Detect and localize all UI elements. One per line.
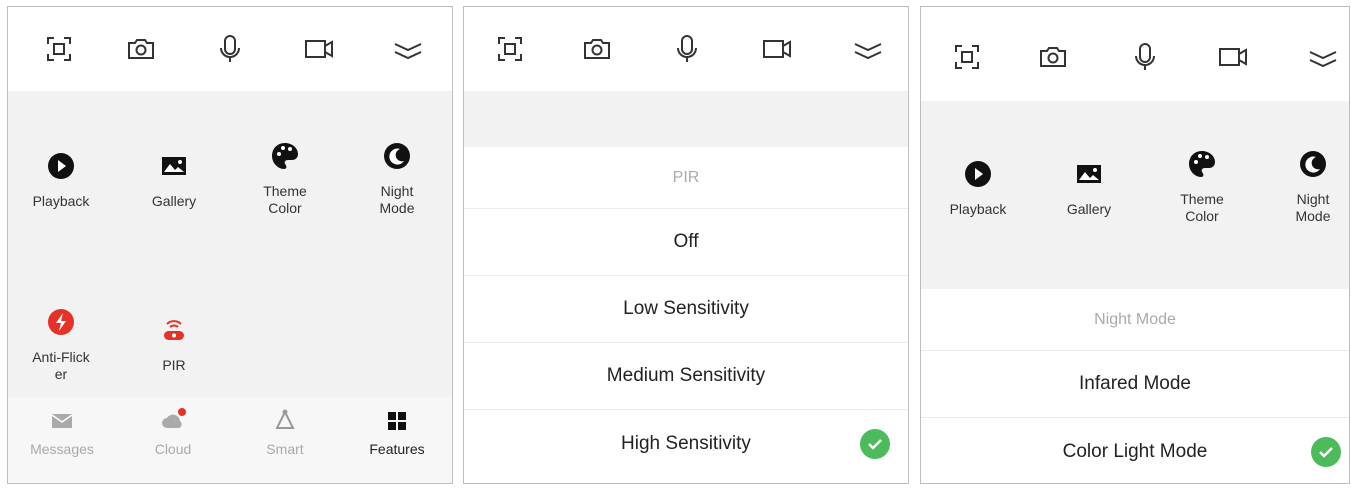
palette-icon [268, 139, 302, 173]
feature-playback[interactable]: Playback [928, 157, 1028, 218]
play-circle-icon [961, 157, 995, 191]
bottom-tab-bar: Messages Cloud Smart Features [8, 397, 452, 483]
option-label: High Sensitivity [621, 432, 751, 454]
night-mode-settings-screen: Playback Gallery Theme Color Night Mode … [920, 6, 1350, 484]
feature-grid: Playback Gallery Theme Color Night Mode [921, 101, 1349, 289]
gallery-icon [1072, 157, 1106, 191]
feature-label: Playback [32, 193, 90, 209]
moon-icon [380, 139, 414, 173]
feature-grid: Playback Gallery Theme Color Night Mode … [8, 91, 452, 397]
microphone-icon[interactable] [1127, 39, 1163, 75]
feature-label: Theme Color [263, 183, 307, 216]
lightning-icon [44, 305, 78, 339]
tab-label: Features [369, 441, 425, 457]
option-label: Low Sensitivity [623, 298, 749, 319]
fullscreen-icon[interactable] [949, 39, 985, 75]
night-mode-sheet: Night Mode Infared Mode Color Light Mode [921, 289, 1349, 483]
features-screen: Playback Gallery Theme Color Night Mode … [7, 6, 453, 484]
fullscreen-icon[interactable] [41, 31, 77, 67]
fullscreen-icon[interactable] [492, 31, 528, 67]
video-record-icon[interactable] [759, 31, 795, 67]
tab-messages[interactable]: Messages [17, 409, 107, 457]
feature-theme-color[interactable]: Theme Color [235, 139, 335, 217]
pir-sensor-icon [157, 313, 191, 347]
video-record-icon[interactable] [1215, 39, 1251, 75]
option-infrared-mode[interactable]: Infared Mode [921, 351, 1349, 418]
feature-gallery[interactable]: Gallery [1039, 157, 1139, 218]
cloud-icon [160, 408, 186, 435]
pir-settings-screen: PIR Off Low Sensitivity Medium Sensitivi… [463, 6, 909, 484]
tab-cloud[interactable]: Cloud [128, 408, 218, 457]
tab-label: Cloud [154, 441, 192, 457]
feature-label: Theme Color [1180, 191, 1224, 224]
live-view-toolbar [8, 7, 452, 91]
notification-dot [178, 408, 186, 416]
option-label: Off [673, 231, 699, 252]
tab-smart[interactable]: Smart [240, 409, 330, 457]
feature-night-mode[interactable]: Night Mode [1273, 147, 1349, 225]
option-medium-sensitivity[interactable]: Medium Sensitivity [464, 343, 908, 410]
option-label: Color Light Mode [1062, 440, 1208, 462]
video-record-icon[interactable] [301, 31, 337, 67]
feature-anti-flicker[interactable]: Anti-Flick er [11, 305, 111, 383]
feature-label: Gallery [1066, 201, 1112, 217]
play-circle-icon [44, 149, 78, 183]
tab-features[interactable]: Features [352, 409, 442, 457]
gallery-icon [157, 149, 191, 183]
option-label: Medium Sensitivity [606, 365, 766, 386]
collapse-chevrons-icon[interactable] [390, 31, 426, 67]
feature-label: Anti-Flick er [32, 349, 90, 382]
feature-pir[interactable]: PIR [124, 313, 224, 374]
microphone-icon[interactable] [669, 31, 705, 67]
tab-label: Messages [30, 441, 94, 457]
option-label: Infared Mode [1079, 373, 1191, 394]
envelope-icon [49, 409, 75, 435]
sheet-title: Night Mode [921, 289, 1349, 351]
feature-label: Playback [949, 201, 1007, 217]
feature-night-mode[interactable]: Night Mode [347, 139, 447, 217]
moon-icon [1296, 147, 1330, 181]
pir-sensitivity-sheet: PIR Off Low Sensitivity Medium Sensitivi… [464, 147, 908, 483]
option-high-sensitivity[interactable]: High Sensitivity [464, 410, 908, 477]
sheet-title: PIR [464, 147, 908, 209]
collapse-chevrons-icon[interactable] [850, 31, 886, 67]
camera-icon[interactable] [579, 31, 615, 67]
feature-label: PIR [162, 357, 186, 373]
feature-label: Gallery [151, 193, 197, 209]
feature-theme-color[interactable]: Theme Color [1152, 147, 1252, 225]
feature-label: Night Mode [1295, 191, 1331, 224]
feature-playback[interactable]: Playback [11, 149, 111, 210]
option-low-sensitivity[interactable]: Low Sensitivity [464, 276, 908, 343]
smart-icon [272, 409, 298, 435]
check-icon [860, 428, 890, 459]
tab-label: Smart [266, 441, 304, 457]
live-view-toolbar [464, 7, 908, 91]
collapse-chevrons-icon[interactable] [1305, 39, 1341, 75]
feature-gallery[interactable]: Gallery [124, 149, 224, 210]
live-view-toolbar [921, 7, 1349, 91]
option-color-light-mode[interactable]: Color Light Mode [921, 418, 1349, 483]
palette-icon [1185, 147, 1219, 181]
dimmed-backdrop [464, 91, 908, 147]
grid-icon [384, 409, 410, 435]
check-icon [1311, 436, 1341, 467]
camera-icon[interactable] [123, 31, 159, 67]
camera-icon[interactable] [1035, 39, 1071, 75]
option-off[interactable]: Off [464, 209, 908, 276]
feature-label: Night Mode [379, 183, 415, 216]
microphone-icon[interactable] [212, 31, 248, 67]
